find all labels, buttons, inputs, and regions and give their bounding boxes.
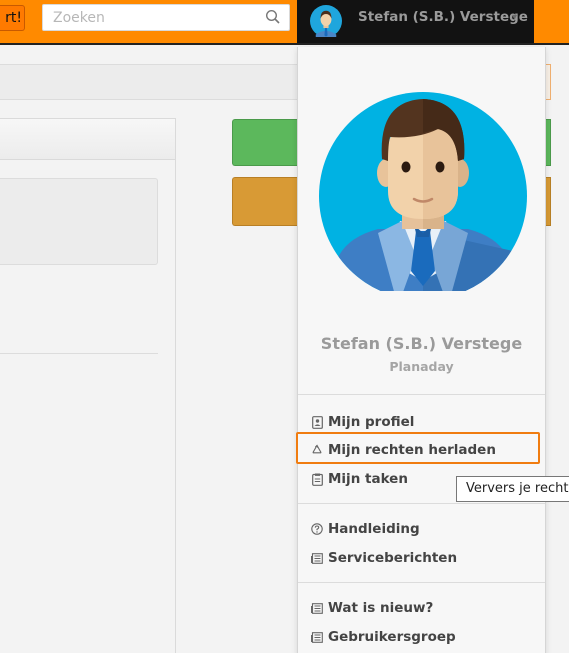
user-menu-toggle[interactable]: Stefan (S.B.) Verstege ▾: [297, 0, 534, 43]
panel-header: [0, 119, 175, 160]
avatar: [310, 5, 342, 37]
menu-item-label: Gebruikersgroep: [328, 629, 456, 645]
menu-item-manual[interactable]: Handleiding: [311, 518, 533, 540]
profile-name: Stefan (S.B.) Verstege: [320, 334, 523, 353]
menu-item-my-profile[interactable]: Mijn profiel: [311, 411, 533, 433]
chevron-down-icon: ▾: [512, 12, 518, 23]
profile-icon: [311, 415, 323, 429]
menu-item-reload-rights[interactable]: Mijn rechten herladen: [311, 439, 533, 461]
profile-organization: Planaday: [389, 359, 454, 374]
menu-item-label: Serviceberichten: [328, 550, 458, 566]
menu-item-label: Mijn taken: [328, 471, 408, 487]
green-action-button[interactable]: [232, 119, 298, 166]
start-button[interactable]: rt!: [0, 5, 25, 31]
avatar: [319, 92, 527, 291]
panel-box: [0, 178, 158, 265]
news-icon: [311, 601, 323, 615]
menu-item-service-messages[interactable]: Serviceberichten: [311, 547, 533, 569]
divider: [0, 353, 158, 354]
divider: [298, 582, 545, 583]
orange-action-button[interactable]: [232, 177, 298, 226]
recycle-icon: [311, 443, 323, 457]
search-input[interactable]: [43, 5, 263, 30]
divider: [298, 503, 545, 504]
user-name: Stefan (S.B.) Verstege: [358, 9, 528, 25]
news-icon: [311, 630, 323, 644]
news-icon: [311, 551, 323, 565]
menu-item-label: Wat is nieuw?: [328, 600, 434, 616]
menu-item-label: Mijn profiel: [328, 414, 415, 430]
menu-item-label: Mijn rechten herladen: [328, 442, 496, 458]
user-dropdown-menu: Stefan (S.B.) Verstege Planaday Mijn pro…: [296, 47, 546, 653]
content-panel: [0, 118, 176, 653]
search-icon[interactable]: [265, 9, 281, 25]
tooltip: Ververs je rechten: [456, 476, 569, 502]
page-toolbar: [0, 64, 298, 100]
search-box[interactable]: [42, 4, 290, 31]
menu-item-label: Handleiding: [328, 521, 420, 537]
clipboard-icon: [311, 472, 323, 486]
menu-item-whats-new[interactable]: Wat is nieuw?: [311, 597, 533, 619]
help-icon: [311, 522, 323, 536]
top-navbar: rt! Stefan (S.B.) Verstege ▾: [0, 0, 569, 45]
divider: [298, 394, 545, 395]
menu-item-user-group[interactable]: Gebruikersgroep: [311, 626, 533, 648]
